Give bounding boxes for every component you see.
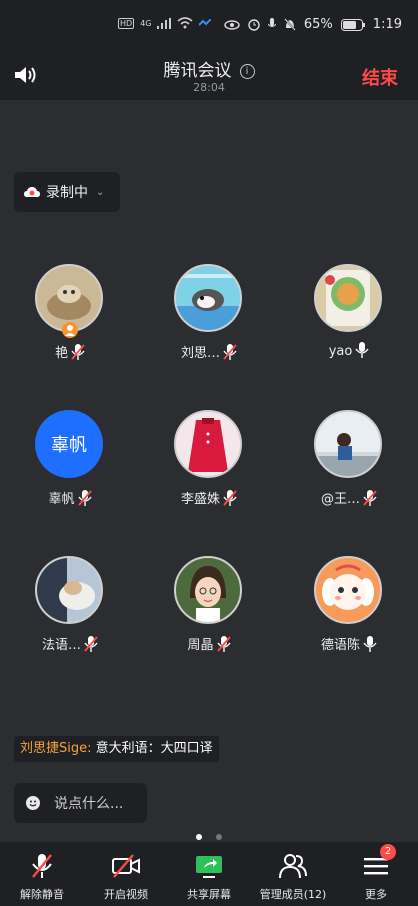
share-screen-icon: [196, 856, 222, 878]
page-dot: [215, 834, 222, 840]
meeting-title[interactable]: 腾讯会议 i: [0, 56, 418, 81]
participant-label: yao: [279, 342, 418, 359]
mic-on-icon: [363, 636, 377, 652]
participant-name: 刘思…: [180, 346, 220, 361]
participant-name: 德语陈: [320, 638, 360, 653]
participant-tile[interactable]: 法语…: [0, 556, 140, 686]
tab-label: 解除静音: [20, 888, 64, 901]
alarm-icon: [248, 18, 260, 31]
recording-status-button[interactable]: 录制中 ⌄: [14, 172, 120, 212]
mic-status-icon: [267, 18, 276, 27]
meeting-timer: 28:04: [193, 81, 225, 94]
participant-label: 艳: [0, 342, 140, 361]
hd-icon: HD: [118, 17, 135, 29]
info-icon[interactable]: i: [239, 64, 255, 79]
status-bar: HD 4G 65% 1:19: [0, 0, 418, 44]
chat-input[interactable]: 说点什么...: [14, 783, 147, 823]
chat-message[interactable]: 刘思捷Sige: 意大利语：大四口译: [14, 736, 219, 762]
status-bar-left: HD 4G: [118, 17, 212, 29]
participant-label: @王…: [279, 488, 418, 507]
mic-muted-icon: [32, 854, 52, 878]
host-icon: [62, 322, 78, 338]
participant-tile[interactable]: 辜帆 辜帆: [0, 410, 140, 540]
mic-muted-icon: [77, 490, 92, 506]
end-meeting-button[interactable]: 结束: [362, 64, 398, 90]
chat-input-placeholder: 说点什么...: [54, 796, 124, 812]
participant-label: 周晶: [139, 634, 279, 653]
signal-icon: [157, 17, 172, 29]
participant-name: 辜帆: [48, 492, 75, 507]
tab-label: 管理成员(12): [259, 888, 327, 901]
avatar: [314, 410, 382, 478]
mic-muted-icon: [71, 344, 85, 360]
participant-tile[interactable]: @王…: [279, 410, 418, 540]
avatar: [314, 264, 382, 332]
participant-tile[interactable]: 刘思…: [139, 264, 279, 394]
eye-icon: [224, 19, 240, 30]
unmute-button[interactable]: 解除静音: [0, 842, 84, 906]
chevron-down-icon: ⌄: [96, 186, 105, 198]
participant-tile[interactable]: 周晶: [139, 556, 279, 686]
mic-muted-icon: [84, 636, 98, 652]
participant-label: 刘思…: [139, 342, 279, 361]
more-button[interactable]: 更多: [334, 842, 418, 906]
meeting-title-text: 腾讯会议: [163, 61, 232, 81]
participant-tile[interactable]: 艳: [0, 264, 140, 394]
participant-label: 法语…: [0, 634, 140, 653]
participant-name: 周晶: [187, 638, 214, 653]
mic-muted-icon: [223, 344, 237, 360]
participant-tile[interactable]: 李盛姝: [139, 410, 279, 540]
video-off-icon: [112, 854, 140, 878]
battery-percent: 65%: [303, 17, 333, 32]
start-video-button[interactable]: 开启视频: [84, 842, 168, 906]
meeting-header: 腾讯会议 i 28:04 结束: [0, 44, 418, 100]
emoji-icon[interactable]: [26, 796, 40, 810]
wifi-icon: [177, 17, 194, 29]
cloud-record-icon: [24, 187, 40, 197]
participant-name: @王…: [320, 492, 360, 507]
members-icon: [279, 854, 307, 879]
avatar: [174, 410, 242, 478]
avatar: [314, 556, 382, 624]
manage-members-button[interactable]: 管理成员(12): [251, 842, 335, 906]
avatar: [174, 556, 242, 624]
clock: 1:19: [372, 17, 402, 32]
avatar-text: 辜帆: [51, 435, 87, 456]
tab-label: 开启视频: [104, 888, 148, 901]
avatar: [35, 556, 103, 624]
mic-on-icon: [355, 342, 369, 358]
tab-label: 更多: [365, 888, 387, 901]
participant-name: yao: [328, 344, 353, 359]
signal-4g-icon: 4G: [140, 18, 152, 28]
mic-muted-icon: [216, 636, 231, 652]
chat-sender: 刘思捷Sige:: [20, 741, 92, 756]
participant-tile[interactable]: 德语陈: [279, 556, 418, 686]
participant-tile[interactable]: yao: [279, 264, 418, 394]
mic-muted-icon: [223, 490, 237, 506]
participant-label: 德语陈: [279, 634, 418, 653]
participant-name: 艳: [54, 346, 68, 361]
participant-name: 法语…: [41, 638, 81, 653]
avatar: [174, 264, 242, 332]
notification-badge: 2: [380, 844, 396, 860]
avatar: 辜帆: [35, 410, 103, 478]
chat-text: 意大利语：大四口译: [95, 741, 213, 756]
participant-label: 辜帆: [0, 488, 140, 507]
status-bar-right: 65% 1:19: [224, 17, 402, 32]
tab-label: 共享屏幕: [187, 888, 231, 901]
battery-icon: [340, 18, 365, 31]
participant-label: 李盛姝: [139, 488, 279, 507]
participant-name: 李盛姝: [180, 492, 220, 507]
mic-muted-icon: [363, 490, 377, 506]
share-screen-button[interactable]: 共享屏幕: [167, 842, 251, 906]
bottom-toolbar: 解除静音 开启视频 共享屏幕 管理成员(12) 更多: [0, 842, 418, 906]
page-dot-active: [196, 834, 203, 840]
network-activity-icon: [199, 19, 212, 26]
recording-label: 录制中: [46, 185, 88, 201]
bell-muted-icon: [284, 18, 296, 31]
